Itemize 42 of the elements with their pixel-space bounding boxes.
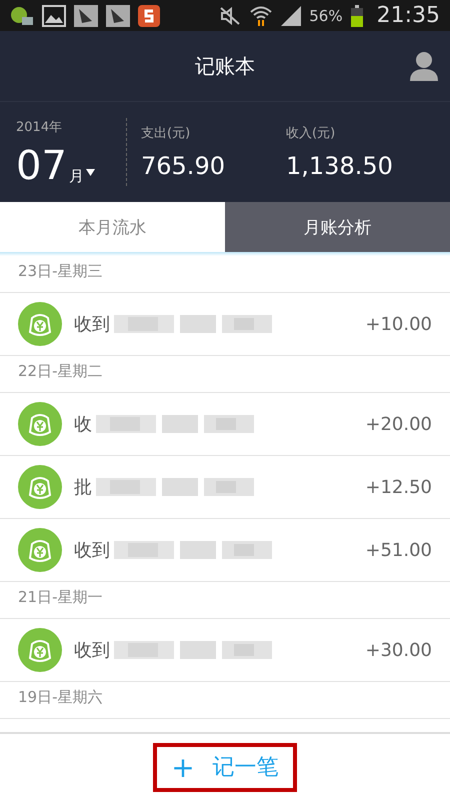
transaction-amount: +12.50 xyxy=(365,476,432,498)
signal-icon xyxy=(281,6,302,26)
transaction-name: 批 xyxy=(74,476,92,499)
user-icon[interactable] xyxy=(410,51,438,81)
app-title: 记账本 xyxy=(195,52,255,80)
income-label: 收入(元) xyxy=(286,125,336,142)
month-picker[interactable]: 07 月 xyxy=(16,146,126,186)
clock: 21:35 xyxy=(376,3,440,28)
transaction-row[interactable]: 收到 +10.00 xyxy=(0,293,450,356)
year-label: 2014年 xyxy=(16,119,64,136)
date-header: 22日-星期二 xyxy=(0,356,450,393)
date-header: 23日-星期三 xyxy=(0,256,450,293)
image-icon xyxy=(42,4,66,26)
income-amount: 1,138.50 xyxy=(286,152,393,180)
transaction-row[interactable]: 收到 +51.00 xyxy=(0,519,450,582)
notification-icon xyxy=(10,4,34,26)
transaction-amount: +20.00 xyxy=(365,414,432,434)
mute-icon xyxy=(219,6,242,26)
caret-icon xyxy=(86,169,95,176)
money-bag-icon xyxy=(18,465,62,509)
money-bag-icon xyxy=(18,528,62,572)
transaction-name: 收到 xyxy=(74,313,110,336)
transaction-name: 收 xyxy=(74,413,92,436)
transaction-amount: +30.00 xyxy=(365,640,432,660)
transaction-amount: +10.00 xyxy=(365,314,432,334)
transaction-name: 收到 xyxy=(74,639,110,662)
date-header: 19日-星期六 xyxy=(0,682,450,719)
transaction-row[interactable]: 收 +20.00 xyxy=(0,393,450,456)
transaction-amount: +51.00 xyxy=(365,540,432,560)
battery-level: 56% xyxy=(309,6,343,24)
date-header: 21日-星期一 xyxy=(0,582,450,619)
expense-label: 支出(元) xyxy=(141,125,192,142)
tab[interactable]: 月账分析 xyxy=(225,202,450,252)
transaction-row[interactable]: 批 +12.50 xyxy=(0,456,450,519)
wifi-icon xyxy=(249,4,274,26)
money-bag-icon xyxy=(18,402,62,446)
money-bag-icon xyxy=(18,302,62,346)
expense-amount: 765.90 xyxy=(141,152,226,180)
transaction-name: 收到 xyxy=(74,539,110,562)
money-bag-icon xyxy=(18,628,62,672)
battery-icon xyxy=(350,4,363,26)
transaction-row[interactable]: 收到 +30.00 xyxy=(0,619,450,682)
